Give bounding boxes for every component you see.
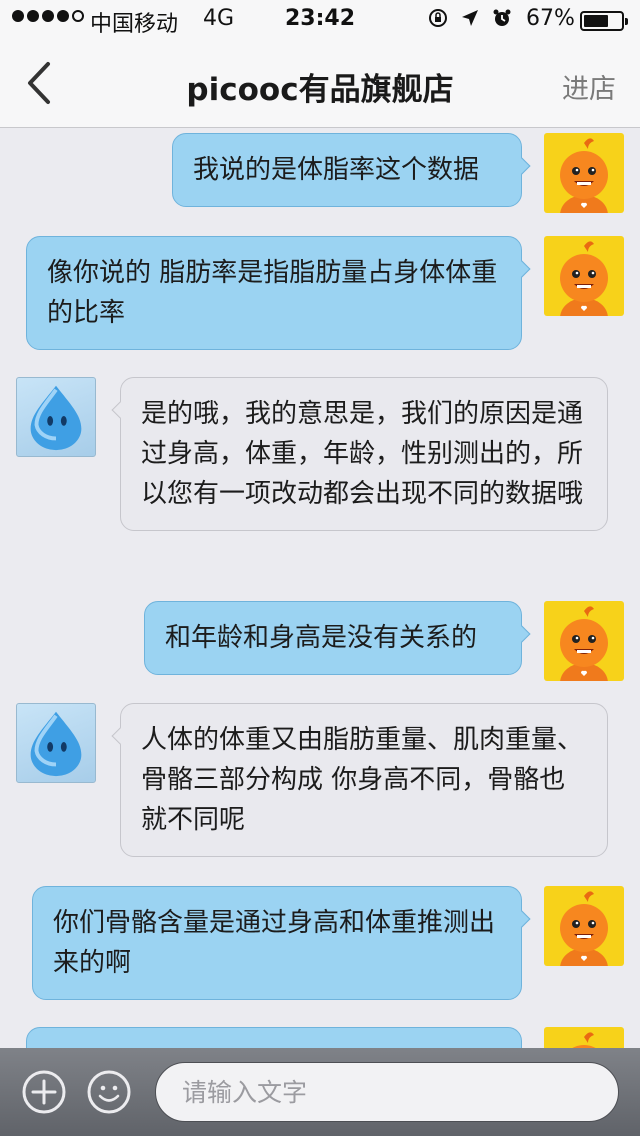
orange-mascot-avatar-icon: [560, 241, 608, 316]
orange-mascot-avatar-icon: [560, 606, 608, 681]
orientation-lock-icon: [429, 9, 447, 27]
add-button[interactable]: [21, 1069, 67, 1115]
message-bubble-store[interactable]: 是的哦，我的意思是，我们的原因是通过身高，体重，年龄，性别测出的，所以您有一项改…: [111, 377, 608, 531]
message-bubble-mine[interactable]: 我说的是体脂率这个数据: [172, 133, 531, 207]
message-text: 是的哦，我的意思是，我们的原因是通过身高，体重，年龄，性别测出的，所以您有一项改…: [141, 399, 584, 509]
location-arrow-icon: [462, 10, 478, 26]
alarm-icon: [493, 9, 511, 26]
message-input[interactable]: [155, 1062, 619, 1122]
message-text: 人体的体重又由脂肪重量、肌肉重量、骨骼三部分构成 你身高不同，骨骼也就不同呢: [141, 725, 584, 835]
my-avatar[interactable]: [544, 133, 624, 213]
my-avatar[interactable]: [544, 886, 624, 966]
message-text: 像你说的 脂肪率是指脂肪量占身体体重的比率: [47, 258, 498, 328]
message-text: 你们骨骼含量是通过身高和体重推测出来的啊: [53, 908, 496, 978]
page-title: picooc有品旗舰店: [186, 72, 454, 108]
message-bubble-mine[interactable]: 像你说的 脂肪率是指脂肪量占身体体重的比率: [26, 236, 531, 350]
water-drop-avatar-icon: [30, 711, 82, 777]
plus-icon: [31, 1079, 57, 1105]
message-bubble-mine[interactable]: 和年龄和身高是没有关系的: [144, 601, 531, 675]
input-bar: [0, 1048, 640, 1136]
enter-store-button[interactable]: 进店: [562, 67, 616, 106]
message-bubble-store[interactable]: 人体的体重又由脂肪重量、肌肉重量、骨骼三部分构成 你身高不同，骨骼也就不同呢: [111, 703, 608, 857]
message-bubble-mine[interactable]: [26, 1027, 522, 1048]
status-bar: 中国移动 4G 23:42 67%: [0, 0, 640, 40]
emoji-button[interactable]: [86, 1069, 132, 1115]
message-text: 我说的是体脂率这个数据: [193, 155, 480, 185]
my-avatar[interactable]: [544, 1027, 624, 1048]
water-drop-avatar-icon: [30, 385, 82, 451]
orange-mascot-avatar-icon: [572, 1032, 596, 1048]
battery-percent: 67%: [526, 6, 575, 31]
battery-icon: [580, 11, 628, 31]
nav-bar: picooc有品旗舰店 进店: [0, 40, 640, 128]
my-avatar[interactable]: [544, 601, 624, 681]
message-bubble-mine[interactable]: 你们骨骼含量是通过身高和体重推测出来的啊: [32, 886, 531, 1000]
my-avatar[interactable]: [544, 236, 624, 316]
orange-mascot-avatar-icon: [560, 138, 608, 213]
store-avatar[interactable]: [16, 377, 96, 457]
chat-message-list[interactable]: 我说的是体脂率这个数据 像你说的 脂肪率是指脂肪量占身体体重的比率 是的哦，我的…: [0, 129, 640, 1048]
message-text: 和年龄和身高是没有关系的: [165, 623, 478, 653]
orange-mascot-avatar-icon: [560, 891, 608, 966]
store-avatar[interactable]: [16, 703, 96, 783]
smiley-icon: [98, 1085, 120, 1102]
